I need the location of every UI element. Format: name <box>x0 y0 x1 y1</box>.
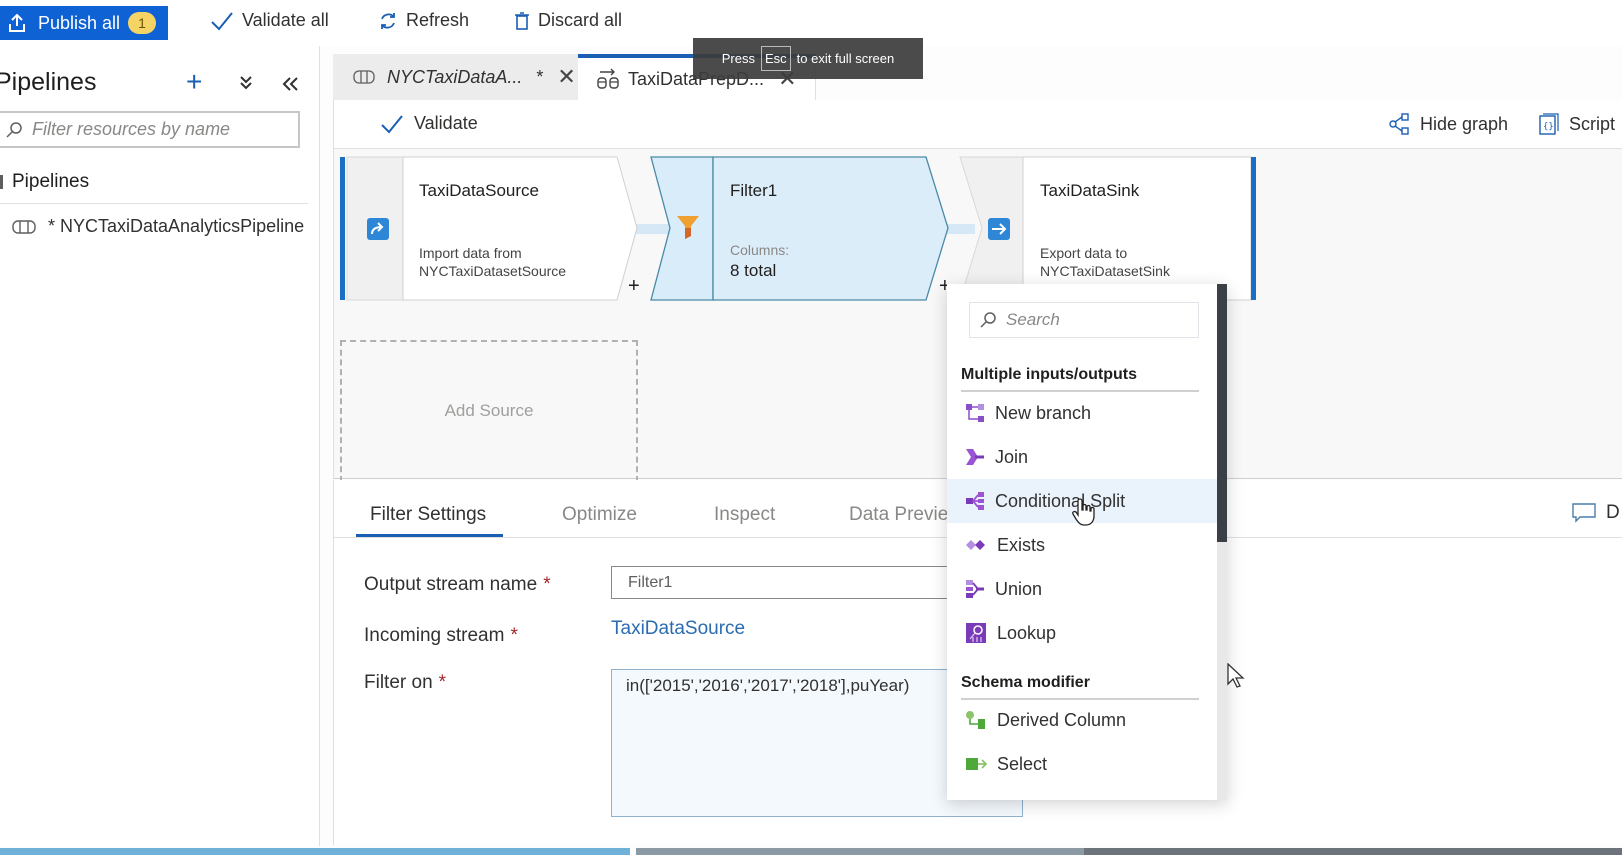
output-stream-label-text: Output stream name <box>364 574 538 595</box>
tab-filter-settings[interactable]: Filter Settings <box>370 504 486 526</box>
add-source-button[interactable]: Add Source <box>340 340 638 482</box>
node-desc-line1: Columns: <box>730 242 790 258</box>
comment-icon <box>1572 503 1596 523</box>
hand-cursor-icon <box>1072 498 1095 526</box>
menu-item-label: Select <box>997 753 1048 774</box>
menu-item-label: New branch <box>995 402 1092 423</box>
menu-item-union[interactable]: Union <box>947 567 1217 611</box>
node-title: TaxiDataSource <box>419 181 540 200</box>
lookup-icon <box>966 623 986 643</box>
menu-item-label: Lookup <box>997 622 1057 643</box>
menu-item-join[interactable]: Join <box>947 435 1217 479</box>
status-bar-segment <box>636 848 1084 855</box>
menu-item-label: Join <box>995 446 1029 467</box>
incoming-stream-link[interactable]: TaxiDataSource <box>611 618 745 640</box>
filter-on-label: Filter on * <box>364 672 446 694</box>
menu-item-derived-column[interactable]: Derived Column <box>947 698 1217 742</box>
incoming-stream-label-text: Incoming stream <box>364 625 505 646</box>
output-stream-label: Output stream name * <box>364 574 551 596</box>
node-desc-line2: 8 total <box>730 261 777 280</box>
required-mark: * <box>438 672 447 693</box>
node-desc-line1: Export data to <box>1040 245 1128 261</box>
arrow-cursor-icon <box>1227 663 1245 688</box>
add-transform-menu: Search Multiple inputs/outputs New branc… <box>947 284 1227 800</box>
menu-item-label: Derived Column <box>997 709 1127 730</box>
transform-search-placeholder: Search <box>1006 310 1060 329</box>
menu-item-label: Exists <box>997 534 1046 555</box>
transform-search-input[interactable]: Search <box>969 302 1199 338</box>
tab-data-preview[interactable]: Data Previe <box>849 504 948 526</box>
output-stream-input[interactable]: Filter1 <box>611 566 951 599</box>
add-transform-button[interactable]: + <box>628 275 640 297</box>
exists-icon <box>966 540 985 550</box>
node-title: TaxiDataSink <box>1040 181 1140 200</box>
menu-item-exists[interactable]: Exists <box>947 523 1217 567</box>
tab-optimize[interactable]: Optimize <box>562 504 637 526</box>
select-icon <box>966 758 987 770</box>
node-edge-accent <box>1251 157 1256 300</box>
add-source-label: Add Source <box>444 401 534 420</box>
dataflow-graph: + + <box>340 156 1256 301</box>
derived-column-icon <box>966 711 985 729</box>
status-bar-segment <box>1084 848 1622 855</box>
node-title: Filter1 <box>730 181 778 200</box>
menu-item-label: Conditional Split <box>995 490 1126 511</box>
join-icon <box>966 449 984 465</box>
group-schema-modifier: Schema modifier <box>961 674 1199 700</box>
menu-item-label: Union <box>995 578 1043 599</box>
conditional-split-icon <box>966 492 984 510</box>
filter-on-label-text: Filter on <box>364 672 433 693</box>
search-icon <box>980 312 996 328</box>
node-desc-line2: NYCTaxiDatasetSource <box>419 263 567 279</box>
output-stream-value: Filter1 <box>628 573 673 591</box>
tab-inspect[interactable]: Inspect <box>714 504 775 526</box>
menu-item-lookup[interactable]: Lookup <box>947 611 1217 655</box>
describe-button[interactable]: D <box>1572 502 1620 524</box>
menu-item-new-branch[interactable]: New branch <box>947 391 1217 435</box>
menu-scrollbar-thumb[interactable] <box>1217 284 1227 542</box>
node-filter1[interactable] <box>650 156 949 301</box>
new-branch-icon <box>966 404 984 422</box>
required-mark: * <box>510 625 518 646</box>
incoming-stream-label: Incoming stream * <box>364 625 518 647</box>
sink-icon <box>988 218 1010 240</box>
status-bar-segment <box>0 848 630 855</box>
union-icon <box>966 580 984 598</box>
node-edge-accent <box>340 157 345 300</box>
node-desc-line1: Import data from <box>419 245 522 261</box>
menu-item-select[interactable]: Select <box>947 742 1217 786</box>
connector-line <box>945 224 975 234</box>
source-icon <box>367 218 389 240</box>
required-mark: * <box>543 574 551 595</box>
group-multiple-inputs-outputs: Multiple inputs/outputs <box>961 366 1199 392</box>
describe-label: D <box>1606 502 1620 523</box>
connector-line <box>635 224 670 234</box>
filter-expression-value: in(['2015','2016','2017','2018'],puYear) <box>626 676 910 695</box>
node-desc-line2: NYCTaxiDatasetSink <box>1040 263 1170 279</box>
